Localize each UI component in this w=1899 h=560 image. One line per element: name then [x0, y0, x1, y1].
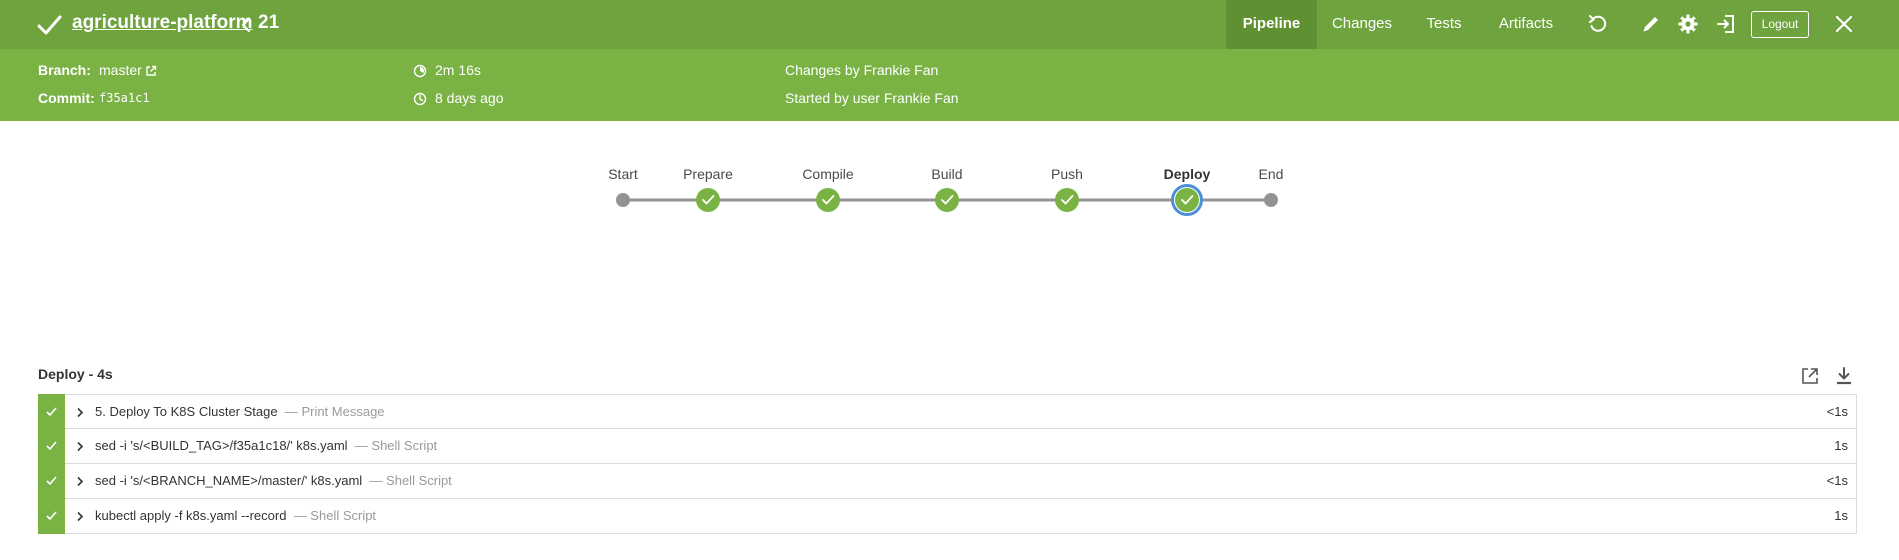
open-external-icon[interactable] [1800, 366, 1820, 386]
run-time-ago: 8 days ago [435, 90, 504, 106]
check-icon [37, 15, 62, 35]
stage-label-end: End [1258, 166, 1284, 182]
run-summary-bar: Branch: master Commit: f35a1c1 2m 16s 8 … [0, 49, 1899, 121]
stage-label-start: Start [608, 166, 638, 182]
stage-node-end [1264, 193, 1278, 207]
duration-icon [413, 64, 427, 78]
run-number: 21 [258, 12, 280, 33]
step-status [38, 394, 65, 430]
run-duration: 2m 16s [435, 62, 481, 78]
chevron-right-icon[interactable] [76, 441, 84, 452]
step-title: kubectl apply -f k8s.yaml --record — She… [95, 508, 376, 523]
step-duration: <1s [1826, 473, 1848, 488]
top-bar: agriculture-platform 21 Pipeline Changes… [0, 0, 1899, 49]
stage-node-deploy[interactable] [1171, 184, 1203, 216]
stage-node-build[interactable] [935, 188, 959, 212]
stage-label-compile: Compile [802, 166, 854, 182]
step-type: — Shell Script [369, 473, 452, 488]
stage-node-prepare[interactable] [696, 188, 720, 212]
tab-changes[interactable]: Changes [1317, 0, 1407, 49]
step-title: sed -i 's/<BUILD_TAG>/f35a1c18/' k8s.yam… [95, 438, 437, 453]
close-icon[interactable] [1834, 14, 1854, 34]
tab-pipeline[interactable]: Pipeline [1226, 0, 1317, 49]
branch-label: Branch: [38, 62, 91, 78]
step-type: — Shell Script [354, 438, 438, 453]
step-status [38, 428, 65, 464]
chevron-left-icon[interactable] [240, 16, 252, 34]
settings-icon[interactable] [1677, 13, 1699, 35]
replay-icon[interactable] [1587, 13, 1609, 35]
tab-tests[interactable]: Tests [1407, 0, 1481, 49]
step-row[interactable]: sed -i 's/<BUILD_TAG>/f35a1c18/' k8s.yam… [38, 428, 1857, 464]
step-type: — Print Message [284, 404, 385, 419]
commit-label: Commit: [38, 90, 95, 106]
step-duration: 1s [1834, 508, 1848, 523]
step-command: 5. Deploy To K8S Cluster Stage [95, 404, 278, 419]
stage-node-compile[interactable] [816, 188, 840, 212]
edit-icon[interactable] [1640, 13, 1662, 35]
chevron-right-icon[interactable] [76, 476, 84, 487]
step-command: kubectl apply -f k8s.yaml --record [95, 508, 287, 523]
project-name-link[interactable]: agriculture-platform [72, 12, 253, 34]
branch-value[interactable]: master [99, 62, 142, 78]
steps-list: 5. Deploy To K8S Cluster Stage — Print M… [38, 394, 1857, 534]
step-command: sed -i 's/<BRANCH_NAME>/master/' k8s.yam… [95, 473, 363, 488]
stage-label-push: Push [1051, 166, 1083, 182]
stage-label-build: Build [931, 166, 963, 182]
chevron-right-icon[interactable] [76, 511, 84, 522]
tab-artifacts[interactable]: Artifacts [1481, 0, 1571, 49]
stage-label-prepare: Prepare [683, 166, 733, 182]
commit-value: f35a1c1 [99, 91, 150, 105]
stage-node-start [616, 193, 630, 207]
check-icon [46, 476, 57, 486]
clock-icon [413, 92, 427, 106]
step-row[interactable]: sed -i 's/<BRANCH_NAME>/master/' k8s.yam… [38, 463, 1857, 499]
changes-by: Changes by Frankie Fan [785, 62, 939, 78]
step-title: 5. Deploy To K8S Cluster Stage — Print M… [95, 404, 385, 419]
steps-panel-title: Deploy - 4s [38, 366, 113, 382]
step-type: — Shell Script [293, 508, 377, 523]
stage-node-push[interactable] [1055, 188, 1079, 212]
check-icon [46, 407, 57, 417]
sign-in-icon[interactable] [1715, 13, 1737, 35]
chevron-right-icon[interactable] [76, 407, 84, 418]
external-link-icon[interactable] [145, 65, 157, 77]
step-row[interactable]: kubectl apply -f k8s.yaml --record — She… [38, 498, 1857, 534]
stage-label-deploy: Deploy [1163, 166, 1211, 182]
logout-button[interactable]: Logout [1751, 11, 1809, 38]
check-icon [46, 441, 57, 451]
step-row[interactable]: 5. Deploy To K8S Cluster Stage — Print M… [38, 394, 1857, 430]
step-command: sed -i 's/<BUILD_TAG>/f35a1c18/' k8s.yam… [95, 438, 348, 453]
step-duration: 1s [1834, 438, 1848, 453]
pipeline-graph-svg [616, 184, 1278, 216]
step-title: sed -i 's/<BRANCH_NAME>/master/' k8s.yam… [95, 473, 452, 488]
started-by: Started by user Frankie Fan [785, 90, 959, 106]
step-status [38, 463, 65, 499]
step-duration: <1s [1826, 404, 1848, 419]
check-icon [46, 511, 57, 521]
step-status [38, 498, 65, 534]
pipeline-graph: Start Prepare Compile Build Push Deploy End [0, 150, 1899, 230]
download-icon[interactable] [1834, 366, 1854, 386]
